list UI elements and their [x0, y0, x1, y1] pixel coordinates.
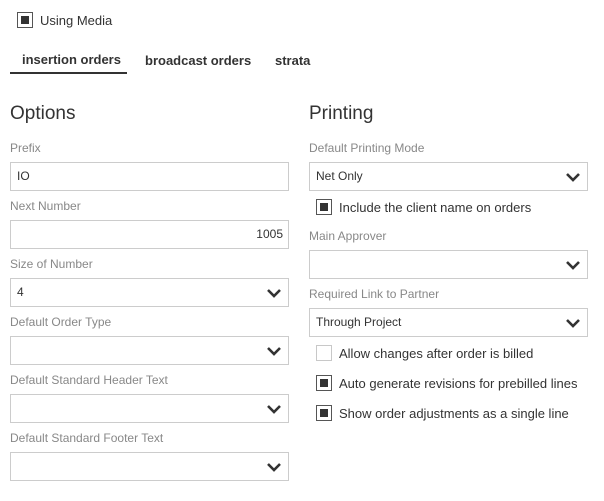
- tab-insertion-orders[interactable]: insertion orders: [22, 52, 121, 67]
- default-order-type-label: Default Order Type: [10, 315, 112, 329]
- chevron-down-icon: [267, 463, 281, 472]
- prefix-value: IO: [17, 169, 30, 183]
- tab-strata[interactable]: strata: [275, 53, 310, 68]
- chevron-down-icon: [267, 347, 281, 356]
- next-number-value: 1005: [256, 227, 283, 241]
- chevron-down-icon: [267, 289, 281, 298]
- chevron-down-icon: [566, 319, 580, 328]
- size-of-number-value: 4: [17, 285, 24, 299]
- footer-text-label: Default Standard Footer Text: [10, 431, 164, 445]
- link-partner-label: Required Link to Partner: [309, 287, 440, 301]
- chevron-down-icon: [566, 173, 580, 182]
- next-number-label: Next Number: [10, 199, 81, 213]
- next-number-input[interactable]: 1005: [10, 220, 289, 249]
- main-approver-select[interactable]: [309, 250, 588, 279]
- size-of-number-label: Size of Number: [10, 257, 93, 271]
- prefix-input[interactable]: IO: [10, 162, 289, 191]
- show-adjustments-label: Show order adjustments as a single line: [339, 406, 569, 421]
- show-adjustments-checkbox[interactable]: [316, 405, 332, 421]
- allow-changes-label: Allow changes after order is billed: [339, 346, 534, 361]
- allow-changes-checkbox[interactable]: [316, 345, 332, 361]
- active-tab-indicator: [10, 72, 127, 74]
- using-media-label: Using Media: [40, 13, 113, 28]
- chevron-down-icon: [566, 261, 580, 270]
- printing-mode-select[interactable]: Net Only: [309, 162, 588, 191]
- options-title: Options: [10, 103, 76, 124]
- size-of-number-select[interactable]: 4: [10, 278, 289, 307]
- default-order-type-select[interactable]: [10, 336, 289, 365]
- header-text-label: Default Standard Header Text: [10, 373, 168, 387]
- footer-text-select[interactable]: [10, 452, 289, 481]
- chevron-down-icon: [267, 405, 281, 414]
- auto-generate-checkbox[interactable]: [316, 375, 332, 391]
- prefix-label: Prefix: [10, 141, 41, 155]
- header-text-select[interactable]: [10, 394, 289, 423]
- main-approver-label: Main Approver: [309, 229, 387, 243]
- auto-generate-label: Auto generate revisions for prebilled li…: [339, 376, 578, 391]
- printing-title: Printing: [309, 103, 374, 124]
- include-client-label: Include the client name on orders: [339, 200, 532, 215]
- include-client-checkbox[interactable]: [316, 199, 332, 215]
- link-partner-select[interactable]: Through Project: [309, 308, 588, 337]
- link-partner-value: Through Project: [316, 315, 402, 329]
- tab-broadcast-orders[interactable]: broadcast orders: [145, 53, 251, 68]
- using-media-checkbox[interactable]: [17, 12, 33, 28]
- printing-mode-label: Default Printing Mode: [309, 141, 425, 155]
- printing-mode-value: Net Only: [316, 169, 363, 183]
